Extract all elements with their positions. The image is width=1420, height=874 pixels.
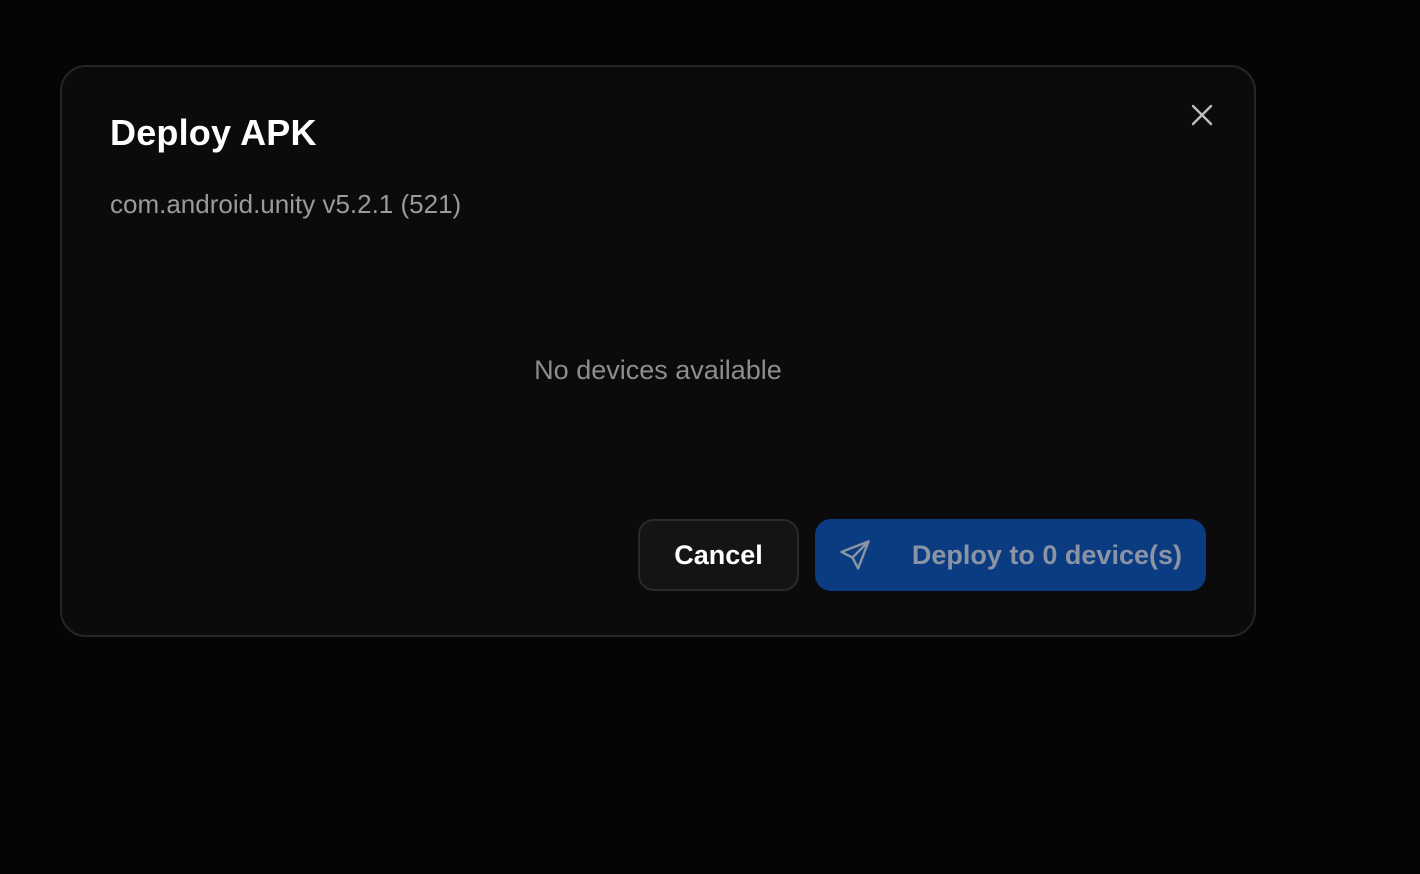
- deploy-apk-dialog: Deploy APK com.android.unity v5.2.1 (521…: [60, 65, 1256, 637]
- deploy-button-label: Deploy to 0 device(s): [911, 539, 1182, 570]
- deploy-button[interactable]: Deploy to 0 device(s): [815, 519, 1206, 591]
- package-info: com.android.unity v5.2.1 (521): [110, 189, 462, 219]
- cancel-button[interactable]: Cancel: [638, 519, 799, 591]
- close-icon: [1191, 104, 1213, 126]
- dialog-actions: Cancel Deploy to 0 device(s): [638, 519, 1206, 591]
- dialog-title: Deploy APK: [110, 112, 317, 153]
- close-button[interactable]: [1186, 99, 1218, 131]
- no-devices-message: No devices available: [534, 355, 782, 385]
- send-icon: [837, 537, 873, 573]
- cancel-button-label: Cancel: [674, 539, 763, 570]
